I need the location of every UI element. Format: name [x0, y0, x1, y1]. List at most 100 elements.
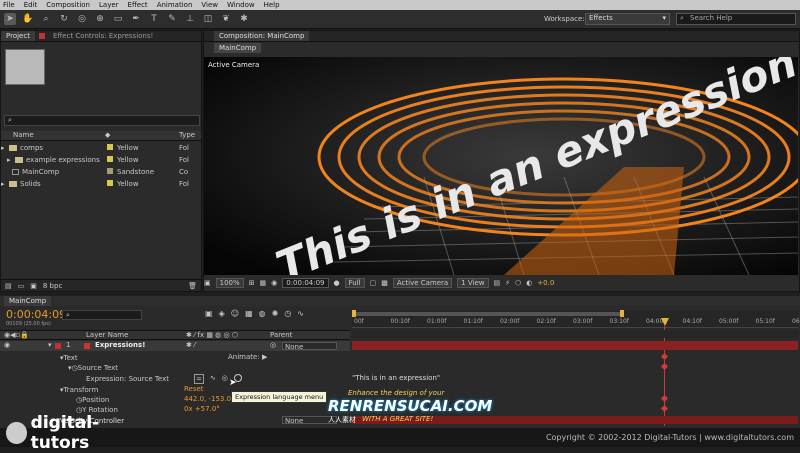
menu-edit[interactable]: Edit: [24, 1, 38, 9]
column-type[interactable]: Type: [179, 131, 195, 139]
tab-project[interactable]: Project: [1, 31, 35, 41]
property-row-transform[interactable]: ▾ Transform: [60, 385, 98, 395]
chevron-down-icon[interactable]: ▾: [48, 341, 52, 349]
motion-blur-icon[interactable]: ◍: [259, 309, 266, 318]
exposure-value[interactable]: +0.0: [537, 279, 554, 287]
transparency-grid-icon[interactable]: ▩: [381, 279, 388, 287]
pan-behind-tool-icon[interactable]: ⊕: [94, 13, 106, 25]
graph-editor-icon[interactable]: ∿: [297, 309, 304, 318]
work-area-end[interactable]: [620, 310, 624, 317]
search-help-input[interactable]: ⌕ Search Help: [676, 13, 796, 25]
interpret-footage-icon[interactable]: ▤: [5, 282, 12, 290]
clone-stamp-tool-icon[interactable]: ⊥: [184, 13, 196, 25]
roto-brush-tool-icon[interactable]: ❦: [220, 13, 232, 25]
property-row-source-text[interactable]: ▾ ◷ Source Text: [68, 363, 118, 373]
safe-margins-icon[interactable]: ⊞: [249, 279, 255, 287]
brush-tool-icon[interactable]: ✎: [166, 13, 178, 25]
camera-select[interactable]: Active Camera: [392, 278, 453, 288]
menu-layer[interactable]: Layer: [99, 1, 119, 9]
position-value[interactable]: 442.0, -153.0: [184, 395, 231, 403]
expression-text[interactable]: "This is in an expression": [352, 374, 440, 382]
composition-viewer[interactable]: This is in an expression Active Camera: [204, 57, 798, 275]
brainstorm-icon[interactable]: ✺: [272, 309, 279, 318]
workspace-select[interactable]: Effects ▾: [585, 13, 670, 25]
property-row-expression[interactable]: Expression: Source Text: [86, 374, 169, 384]
visibility-eye-icon[interactable]: ◉: [4, 341, 10, 349]
camera-tool-icon[interactable]: ◎: [76, 13, 88, 25]
play-circle-icon[interactable]: ▶: [262, 353, 267, 361]
layer-switch-icons[interactable]: ✱ ⁄: [186, 341, 195, 349]
close-icon[interactable]: [38, 33, 45, 39]
column-name[interactable]: Name: [13, 131, 34, 139]
parent-select[interactable]: None: [282, 342, 337, 351]
new-composition-icon[interactable]: ▣: [30, 282, 37, 290]
snapshot-camera-icon[interactable]: ◉: [271, 279, 277, 287]
always-preview-icon[interactable]: ▣: [204, 279, 211, 287]
parent-pickwhip-icon[interactable]: ◎: [270, 341, 276, 349]
menu-effect[interactable]: Effect: [128, 1, 148, 9]
current-time-field[interactable]: 0:00:04:09: [282, 278, 329, 288]
menu-view[interactable]: View: [201, 1, 218, 9]
type-tool-icon[interactable]: T: [148, 13, 160, 25]
menu-help[interactable]: Help: [264, 1, 280, 9]
tab-effect-controls[interactable]: Effect Controls: Expressions!: [49, 32, 157, 40]
region-of-interest-icon[interactable]: ▢: [370, 279, 377, 287]
list-item[interactable]: ▸ example expressions Yellow Fol: [1, 155, 201, 165]
list-item[interactable]: ▸ comps Yellow Fol: [1, 143, 201, 153]
timeline-current-time[interactable]: 0:00:04:09: [6, 308, 66, 321]
pen-tool-icon[interactable]: ✒: [130, 13, 142, 25]
show-channel-icon[interactable]: ●: [334, 279, 340, 287]
selection-tool-icon[interactable]: ➤: [4, 13, 16, 25]
exposure-icon[interactable]: ◐: [526, 279, 532, 287]
composition-mini-flowchart-icon[interactable]: ▣: [205, 309, 213, 318]
project-search-input[interactable]: ⌕: [4, 115, 200, 126]
zoom-select[interactable]: 100%: [215, 278, 244, 288]
pickwhip-icon[interactable]: ◎: [222, 374, 228, 384]
time-ruler[interactable]: 00f 00:10f 01:00f 01:10f 02:00f 02:10f 03:00f 0…: [352, 310, 800, 328]
draft-3d-icon[interactable]: ◈: [219, 309, 225, 318]
work-area-start[interactable]: [352, 310, 356, 317]
auto-keyframe-icon[interactable]: ◷: [284, 309, 291, 318]
menu-composition[interactable]: Composition: [46, 1, 90, 9]
property-row-position[interactable]: ◷ Position: [76, 395, 109, 405]
tab-composition[interactable]: Composition: MainComp: [214, 31, 310, 41]
label-column-icon[interactable]: ◆: [105, 131, 110, 139]
new-folder-icon[interactable]: ▭: [18, 282, 25, 290]
av-features-icon[interactable]: ◉◀▫🔒: [4, 331, 29, 339]
views-select[interactable]: 1 View: [457, 278, 489, 288]
eraser-tool-icon[interactable]: ◫: [202, 13, 214, 25]
work-area-bar[interactable]: [352, 312, 622, 316]
rectangle-tool-icon[interactable]: ▭: [112, 13, 124, 25]
list-item[interactable]: ▸ Solids Yellow Fol: [1, 179, 201, 189]
resolution-select[interactable]: Full: [344, 278, 365, 288]
timeline-search-input[interactable]: ⌕: [62, 310, 142, 320]
puppet-tool-icon[interactable]: ✱: [238, 13, 250, 25]
switches-icon[interactable]: ✱ ⁄ fx ▦ ◍ ◎ ⬡: [186, 331, 238, 339]
chevron-right-icon[interactable]: ▸: [7, 156, 12, 164]
menu-window[interactable]: Window: [227, 1, 255, 9]
bpc-button[interactable]: 8 bpc: [43, 282, 62, 290]
reset-link[interactable]: Reset: [184, 385, 204, 393]
tab-timeline-maincomp[interactable]: MainComp: [4, 296, 52, 306]
zoom-tool-icon[interactable]: ⌕: [40, 13, 52, 25]
layer-duration-bar[interactable]: [352, 341, 798, 350]
hide-shy-layers-icon[interactable]: ☺: [231, 309, 239, 318]
column-parent[interactable]: Parent: [270, 331, 292, 339]
rotate-tool-icon[interactable]: ↻: [58, 13, 70, 25]
flowchart-icon[interactable]: ⬡: [515, 279, 521, 287]
menu-file[interactable]: File: [3, 1, 15, 9]
rotation-value[interactable]: 0x +57.0°: [184, 405, 220, 413]
chevron-right-icon[interactable]: ▸: [1, 144, 6, 152]
frame-blending-icon[interactable]: ▦: [245, 309, 253, 318]
graph-icon[interactable]: ∿: [210, 374, 216, 384]
comp-subtab[interactable]: MainComp: [214, 43, 262, 53]
trash-icon[interactable]: 🗑: [188, 282, 197, 290]
column-layer-name[interactable]: Layer Name: [86, 331, 128, 339]
hand-tool-icon[interactable]: ✋: [22, 13, 34, 25]
fast-previews-icon[interactable]: ⚡: [505, 279, 510, 287]
list-item[interactable]: MainComp Sandstone Co: [1, 167, 201, 177]
property-row-text[interactable]: ▾ Text: [60, 353, 78, 363]
menu-animation[interactable]: Animation: [157, 1, 193, 9]
layer-label-swatch[interactable]: [55, 343, 61, 349]
layer-row[interactable]: ◉ ▾ 1 Expressions! ✱ ⁄ ◎ None: [0, 341, 350, 351]
